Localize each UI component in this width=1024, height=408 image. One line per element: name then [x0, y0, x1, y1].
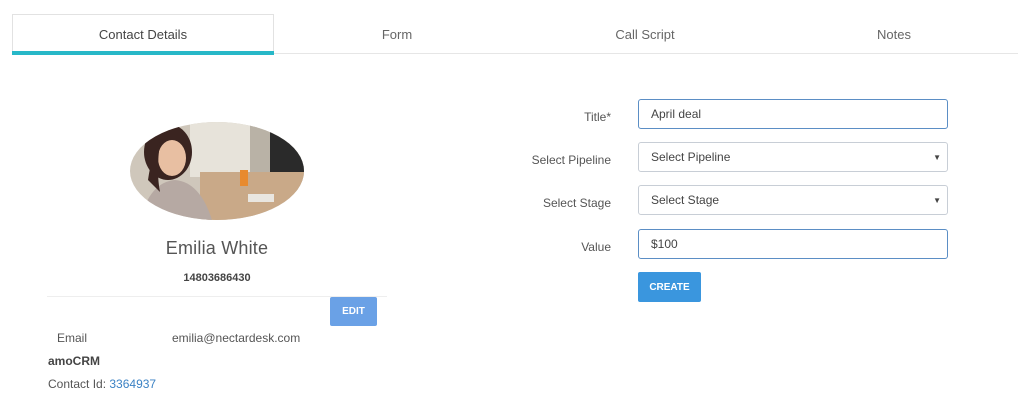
chevron-down-icon: ▼ — [933, 152, 941, 162]
tab-contact-details[interactable]: Contact Details — [12, 14, 274, 55]
stage-select[interactable]: Select Stage ▼ — [638, 185, 948, 215]
pipeline-select[interactable]: Select Pipeline ▼ — [638, 142, 948, 172]
tab-bar: Contact Details Form Call Script Notes — [12, 14, 1018, 55]
tab-notes[interactable]: Notes — [770, 14, 1018, 54]
contact-name: Emilia White — [165, 238, 269, 258]
stage-label: Select Stage — [542, 196, 611, 210]
create-button[interactable]: CREATE — [638, 272, 701, 302]
email-value: emilia@nectardesk.com — [172, 331, 301, 345]
contact-phone: 14803686430 — [183, 272, 251, 284]
contact-id: Contact Id: 3364937 — [48, 377, 156, 391]
title-label: Title* — [584, 110, 611, 124]
title-input[interactable]: April deal — [638, 99, 948, 129]
avatar — [130, 122, 304, 220]
tab-call-script[interactable]: Call Script — [520, 14, 770, 54]
crm-name: amoCRM — [48, 354, 101, 368]
contact-id-link[interactable]: 3364937 — [109, 377, 156, 391]
chevron-down-icon: ▼ — [933, 195, 941, 205]
pipeline-label: Select Pipeline — [531, 153, 611, 167]
stage-select-value: Select Stage — [651, 193, 720, 207]
avatar-photo — [130, 122, 304, 220]
contact-id-label: Contact Id: — [48, 377, 107, 391]
email-label: Email — [57, 331, 88, 345]
tab-form[interactable]: Form — [274, 14, 520, 54]
pipeline-select-value: Select Pipeline — [651, 150, 731, 164]
value-input[interactable]: $100 — [638, 229, 948, 259]
edit-button[interactable]: EDIT — [330, 297, 377, 326]
value-label: Value — [581, 240, 611, 254]
